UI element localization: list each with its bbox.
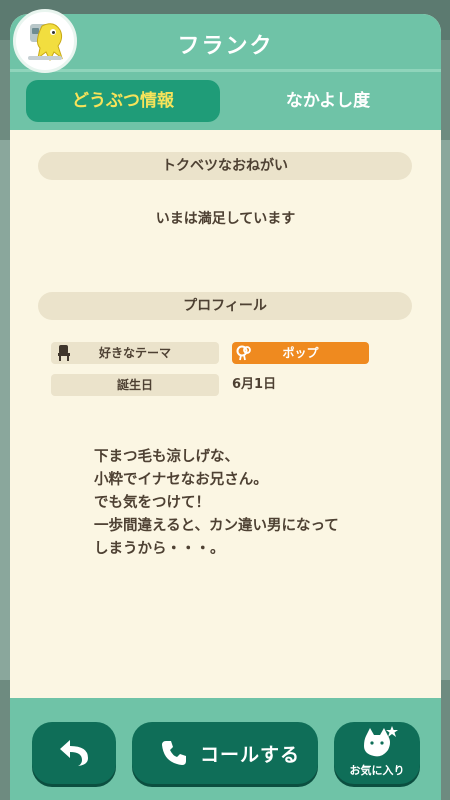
pop-icon xyxy=(236,345,254,368)
favorite-theme-value-text: ポップ xyxy=(282,346,319,360)
birthday-label: 誕生日 xyxy=(51,374,219,396)
villager-avatar-icon xyxy=(28,23,63,62)
favorite-theme-label: 好きなテーマ xyxy=(51,342,219,364)
favorite-theme-label-text: 好きなテーマ xyxy=(98,346,171,360)
description-line: 一歩間違えると、カン違い男になって xyxy=(94,518,339,534)
tab-animal-info[interactable]: どうぶつ情報 xyxy=(26,80,220,122)
profile-heading: プロフィール xyxy=(38,292,412,320)
special-request-text: いまは満足しています xyxy=(155,211,296,227)
back-button[interactable] xyxy=(32,722,116,784)
favorite-button[interactable]: お気に入り xyxy=(334,722,420,784)
villager-avatar xyxy=(13,9,77,73)
tab-friendship[interactable]: なかよし度 xyxy=(228,80,428,122)
favorite-theme-value: ポップ xyxy=(232,342,369,364)
cat-star-icon xyxy=(364,726,398,757)
chair-icon xyxy=(57,345,71,368)
description-line: しまうから・・・。 xyxy=(94,541,225,557)
back-arrow-icon xyxy=(60,740,88,766)
description-line: 下まつ毛も涼しげな、 xyxy=(94,449,239,465)
special-request-heading: トクベツなおねがい xyxy=(38,152,412,180)
phone-icon xyxy=(162,741,186,765)
description-line: 小粋でイナセなお兄さん。 xyxy=(94,472,268,488)
header-divider xyxy=(10,69,441,72)
villager-description: 下まつ毛も涼しげな、 小粋でイナセなお兄さん。 でも気をつけて！ 一歩間違えると… xyxy=(94,446,394,561)
birthday-value: 6月1日 xyxy=(232,377,277,392)
villager-info-card: フランク どうぶつ情報 なかよし度 トクベツなおねがい いまは満足しています プ… xyxy=(10,14,441,722)
call-button-label: コールする xyxy=(200,744,301,766)
favorite-button-label: お気に入り xyxy=(349,764,405,777)
call-button[interactable]: コールする xyxy=(132,722,318,784)
description-line: でも気をつけて！ xyxy=(94,495,210,511)
